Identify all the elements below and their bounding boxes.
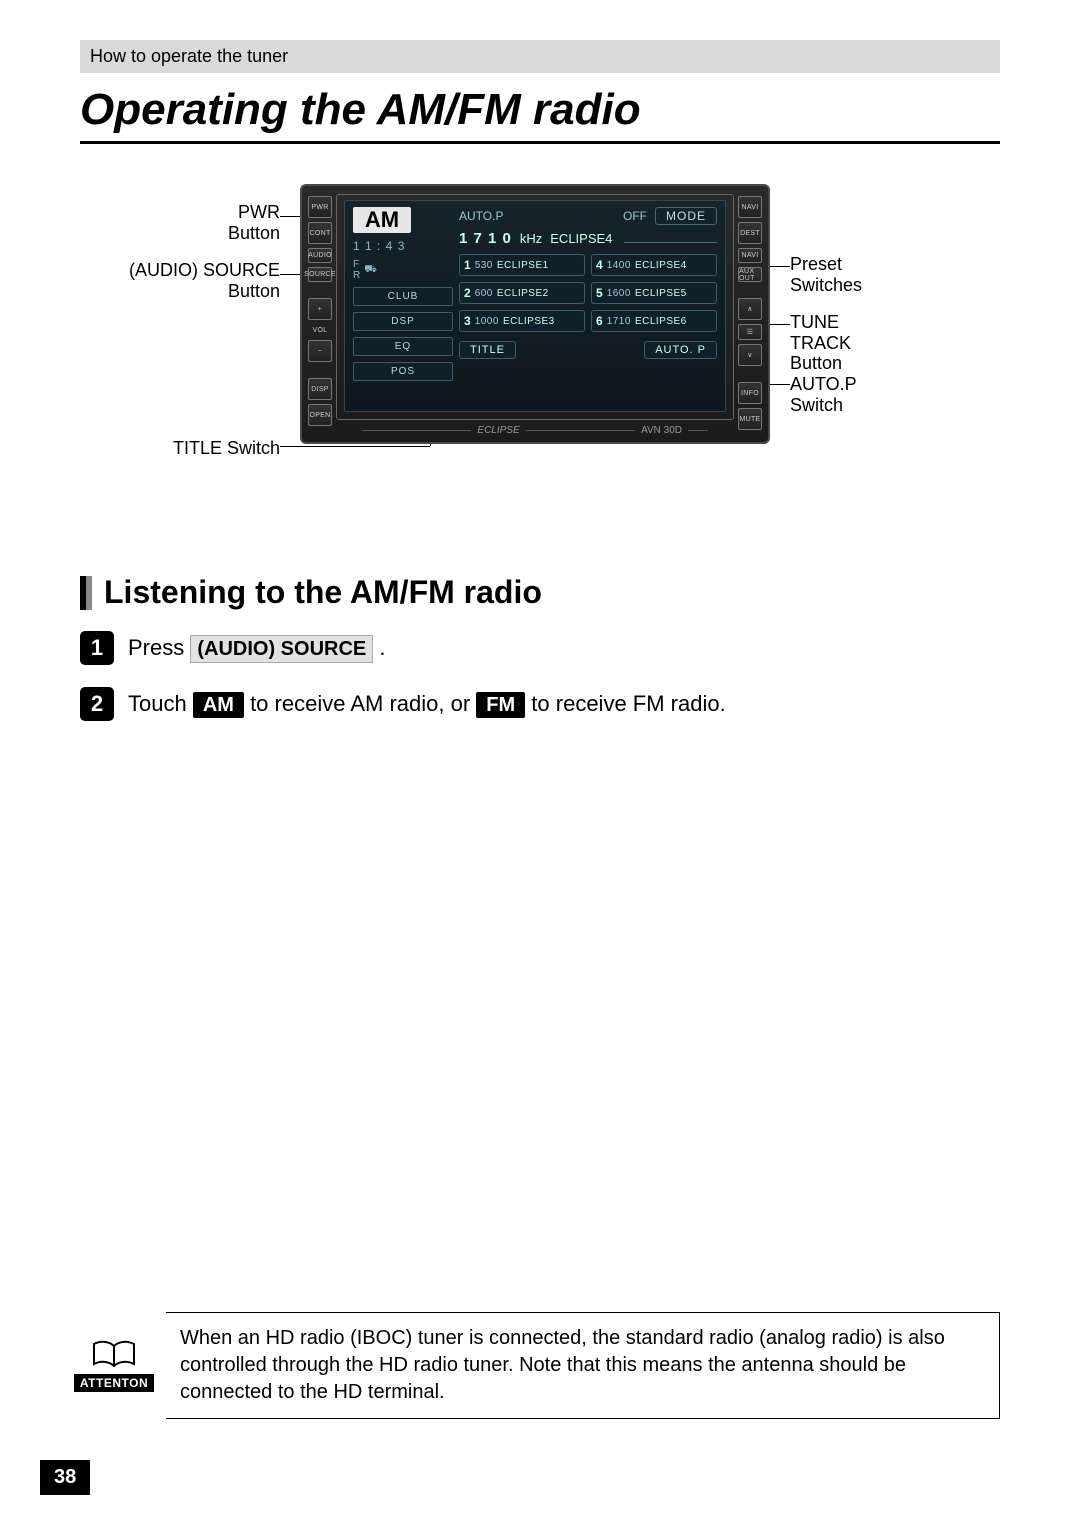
step-badge-1: 1 xyxy=(80,631,114,665)
page-title: Operating the AM/FM radio xyxy=(80,85,1000,144)
loud-icon: ⛟ xyxy=(364,264,377,277)
dest-button[interactable]: DEST xyxy=(738,222,762,244)
fm-key: FM xyxy=(476,692,525,718)
step-1: 1 Press (AUDIO) SOURCE . xyxy=(80,631,1000,665)
vol-up-button[interactable]: + xyxy=(308,298,332,320)
band-indicator: AM xyxy=(353,207,411,233)
fr-icon: FR xyxy=(353,259,360,281)
mute-button[interactable]: MUTE xyxy=(738,408,762,430)
frequency-value: 1 7 1 0 xyxy=(459,230,512,247)
audio-button[interactable]: AUDIO xyxy=(308,248,332,263)
preset-5[interactable]: 51600ECLIPSE5 xyxy=(591,282,717,304)
step-1-pre: Press xyxy=(128,635,190,660)
radio-diagram: PWRButton (AUDIO) SOURCEButton TITLE Swi… xyxy=(80,184,900,514)
label-pwr-button: PWRButton xyxy=(80,202,280,243)
mode-switch[interactable]: MODE xyxy=(655,207,717,225)
step-2: 2 Touch AM to receive AM radio, or FM to… xyxy=(80,687,1000,721)
model-label: AVN 30D xyxy=(641,425,682,436)
pos-switch[interactable]: POS xyxy=(353,362,453,381)
open-book-icon xyxy=(92,1340,136,1370)
frequency-unit: kHz xyxy=(520,231,542,246)
pwr-button[interactable]: PWR xyxy=(308,196,332,218)
brand-label: ECLIPSE xyxy=(477,425,519,436)
right-physical-buttons: NAVI DEST NAVI AUX OUT ∧ ☰ ∨ INFO MUTE xyxy=(738,196,762,416)
info-button[interactable]: INFO xyxy=(738,382,762,404)
step-2-mid: to receive AM radio, or xyxy=(250,691,476,716)
preset-1[interactable]: 1530ECLIPSE1 xyxy=(459,254,585,276)
breadcrumb: How to operate the tuner xyxy=(80,40,1000,73)
page-number: 38 xyxy=(40,1460,90,1495)
preset-6[interactable]: 61710ECLIPSE6 xyxy=(591,310,717,332)
navi2-button[interactable]: NAVI xyxy=(738,248,762,263)
navi-button[interactable]: NAVI xyxy=(738,196,762,218)
section-title: Listening to the AM/FM radio xyxy=(104,574,542,611)
tune-up-button[interactable]: ∧ xyxy=(738,298,762,320)
audio-source-key: (AUDIO) SOURCE xyxy=(190,635,373,663)
station-name: ECLIPSE4 xyxy=(550,231,612,246)
disp-button[interactable]: DISP xyxy=(308,378,332,400)
club-switch[interactable]: CLUB xyxy=(353,287,453,306)
label-preset-switches: PresetSwitches xyxy=(790,254,862,295)
autop-header: AUTO.P xyxy=(459,209,503,223)
label-autop-switch: AUTO.PSwitch xyxy=(790,374,857,415)
source-button[interactable]: SOURCE xyxy=(308,267,332,282)
am-key: AM xyxy=(193,692,244,718)
preset-4[interactable]: 41400ECLIPSE4 xyxy=(591,254,717,276)
title-switch[interactable]: TITLE xyxy=(459,341,516,359)
open-button[interactable]: OPEN xyxy=(308,404,332,426)
aux-button[interactable]: AUX OUT xyxy=(738,267,762,282)
tune-down-button[interactable]: ∨ xyxy=(738,344,762,366)
vol-down-button[interactable]: − xyxy=(308,340,332,362)
eq-switch[interactable]: EQ xyxy=(353,337,453,356)
dsp-switch[interactable]: DSP xyxy=(353,312,453,331)
step-2-post: to receive FM radio. xyxy=(531,691,725,716)
autop-switch[interactable]: AUTO. P xyxy=(644,341,717,359)
left-physical-buttons: PWR CONT AUDIO SOURCE + VOL − DISP OPEN xyxy=(308,196,332,416)
step-1-post: . xyxy=(379,635,385,660)
preset-3[interactable]: 31000ECLIPSE3 xyxy=(459,310,585,332)
off-header: OFF xyxy=(623,209,647,223)
head-unit-console: PWR CONT AUDIO SOURCE + VOL − DISP OPEN … xyxy=(300,184,770,444)
label-tune-track-button: TUNE TRACKButton xyxy=(790,312,900,374)
clock: 1 1 : 4 3 xyxy=(353,239,453,253)
touchscreen: AM 1 1 : 4 3 FR ⛟ CLUB DSP EQ POS AUTO.P xyxy=(344,200,726,412)
step-2-pre: Touch xyxy=(128,691,193,716)
console-bottom-bar: ECLIPSE AVN 30D xyxy=(362,425,708,436)
section-heading: Listening to the AM/FM radio xyxy=(80,574,1000,611)
preset-grid: 1530ECLIPSE1 41400ECLIPSE4 2600ECLIPSE2 … xyxy=(459,254,717,332)
section-bar-icon xyxy=(80,576,92,610)
attention-note: ATTENTON When an HD radio (IBOC) tuner i… xyxy=(80,1312,1000,1419)
attention-label: ATTENTON xyxy=(74,1374,154,1392)
attention-text: When an HD radio (IBOC) tuner is connect… xyxy=(166,1312,1000,1419)
preset-2[interactable]: 2600ECLIPSE2 xyxy=(459,282,585,304)
step-badge-2: 2 xyxy=(80,687,114,721)
label-audio-source-button: (AUDIO) SOURCEButton xyxy=(80,260,280,301)
cont-button[interactable]: CONT xyxy=(308,222,332,244)
track-button[interactable]: ☰ xyxy=(738,324,762,340)
vol-label: VOL xyxy=(308,324,332,336)
label-title-switch: TITLE Switch xyxy=(80,438,280,459)
